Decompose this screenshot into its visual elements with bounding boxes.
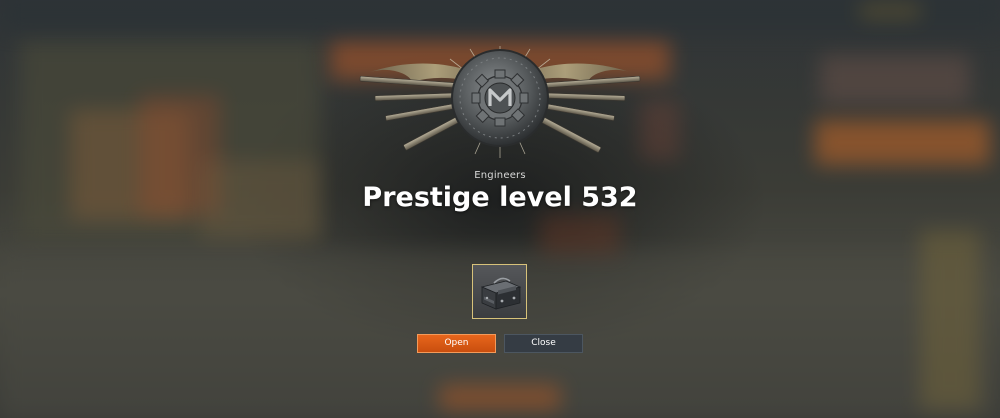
close-button[interactable]: Close	[504, 334, 583, 353]
background-blur	[0, 0, 1000, 30]
background-blur	[860, 4, 920, 18]
background-blur	[920, 230, 980, 410]
prestige-overlay: Engineers Prestige level 532 Open Close	[0, 0, 1000, 418]
background-blur	[815, 120, 990, 165]
ammo-crate-icon	[480, 277, 522, 310]
faction-name: Engineers	[474, 170, 526, 181]
background-blur	[540, 215, 620, 255]
background-blur	[440, 385, 560, 410]
engineers-gear-emblem-icon	[359, 46, 641, 158]
background-blur	[820, 55, 970, 105]
reward-item-slot[interactable]	[472, 264, 527, 319]
open-button[interactable]: Open	[417, 334, 496, 353]
prestige-level-title: Prestige level 532	[362, 182, 638, 213]
